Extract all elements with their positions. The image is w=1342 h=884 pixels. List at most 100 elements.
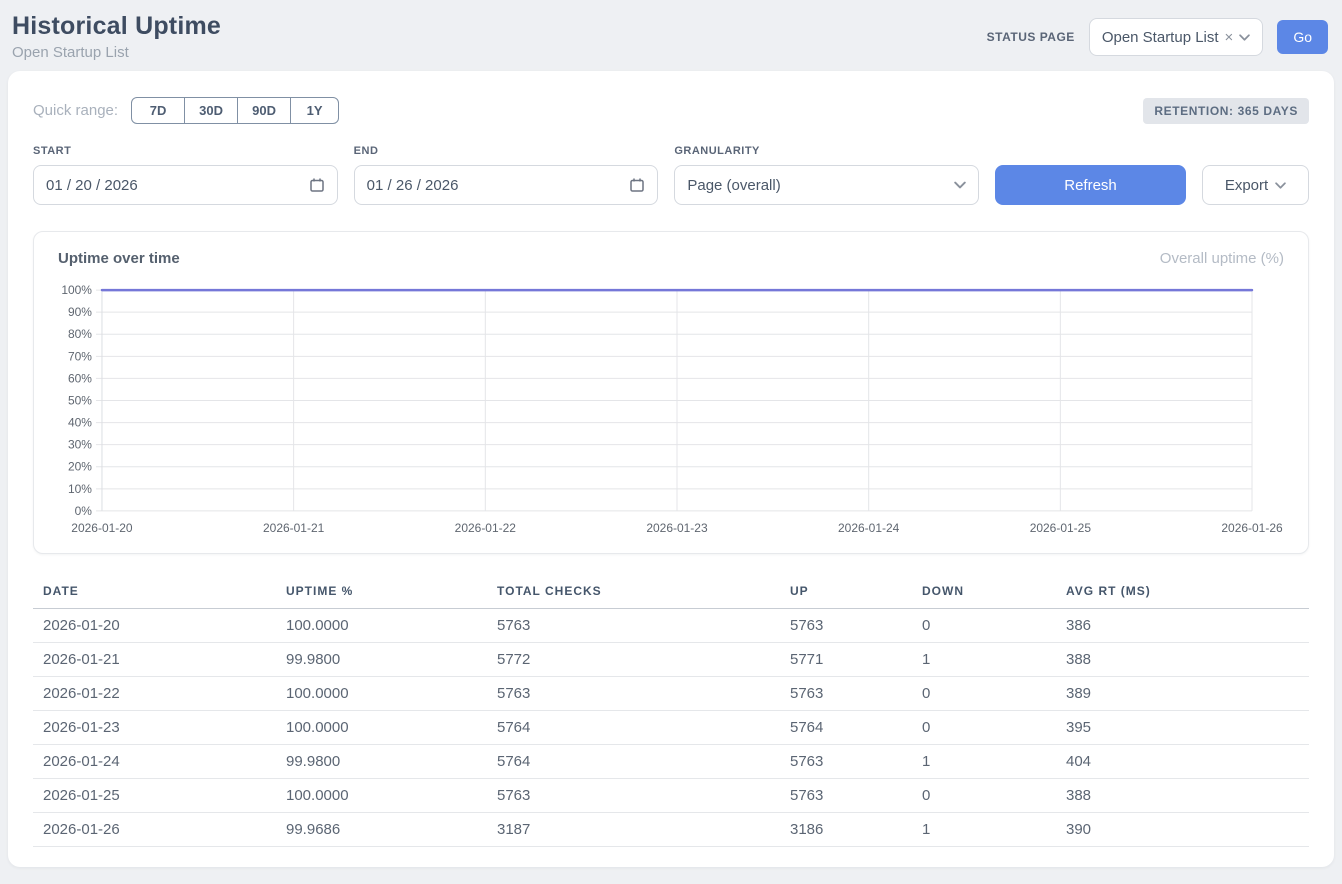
start-date-value: 01 / 20 / 2026 — [46, 177, 138, 194]
table-cell: 2026-01-22 — [33, 677, 276, 711]
table-cell: 388 — [1056, 643, 1309, 677]
retention-badge: RETENTION: 365 DAYS — [1143, 98, 1309, 124]
end-date-input[interactable]: 01 / 26 / 2026 — [354, 165, 659, 205]
table-cell: 99.9686 — [276, 813, 487, 847]
table-cell: 388 — [1056, 779, 1309, 813]
table-cell: 100.0000 — [276, 609, 487, 643]
svg-text:50%: 50% — [68, 394, 92, 408]
page-header: Historical Uptime Open Startup List STAT… — [0, 0, 1342, 71]
table-column-header: UP — [780, 578, 912, 609]
table-cell: 100.0000 — [276, 779, 487, 813]
start-date-input[interactable]: 01 / 20 / 2026 — [33, 165, 338, 205]
table-cell: 5763 — [487, 609, 780, 643]
svg-text:2026-01-26: 2026-01-26 — [1221, 521, 1283, 535]
table-cell: 5763 — [780, 677, 912, 711]
svg-text:2026-01-23: 2026-01-23 — [646, 521, 708, 535]
table-cell: 2026-01-24 — [33, 745, 276, 779]
table-cell: 395 — [1056, 711, 1309, 745]
table-cell: 99.9800 — [276, 745, 487, 779]
svg-text:80%: 80% — [68, 327, 92, 341]
calendar-icon[interactable] — [309, 177, 325, 193]
svg-text:2026-01-24: 2026-01-24 — [838, 521, 900, 535]
table-cell: 2026-01-21 — [33, 643, 276, 677]
granularity-select[interactable]: Page (overall) — [674, 165, 979, 205]
table-row: 2026-01-2699.9686318731861390 — [33, 813, 1309, 847]
status-page-select[interactable]: Open Startup List × — [1089, 18, 1264, 56]
table-cell: 5763 — [487, 779, 780, 813]
table-cell: 2026-01-20 — [33, 609, 276, 643]
table-cell: 2026-01-25 — [33, 779, 276, 813]
table-cell: 386 — [1056, 609, 1309, 643]
quick-range-row: Quick range: 7D 30D 90D 1Y RETENTION: 36… — [33, 97, 1309, 124]
svg-text:60%: 60% — [68, 371, 92, 385]
chart-card: Uptime over time Overall uptime (%) 0%10… — [33, 231, 1309, 554]
table-cell: 3187 — [487, 813, 780, 847]
clear-selection-icon[interactable]: × — [1225, 30, 1234, 45]
filter-form-row: START 01 / 20 / 2026 END 01 / 26 / 2026 — [33, 145, 1309, 205]
table-cell: 5764 — [780, 711, 912, 745]
export-button[interactable]: Export — [1202, 165, 1309, 205]
table-column-header: TOTAL CHECKS — [487, 578, 780, 609]
chart-header: Uptime over time Overall uptime (%) — [58, 250, 1284, 267]
table-cell: 5763 — [780, 779, 912, 813]
header-controls: STATUS PAGE Open Startup List × Go — [987, 18, 1328, 56]
table-cell: 5772 — [487, 643, 780, 677]
status-page-label: STATUS PAGE — [987, 30, 1075, 44]
table-body: 2026-01-20100.00005763576303862026-01-21… — [33, 609, 1309, 847]
table-header: DATEUPTIME %TOTAL CHECKSUPDOWNAVG RT (MS… — [33, 578, 1309, 609]
go-button[interactable]: Go — [1277, 20, 1328, 54]
chart-title: Uptime over time — [58, 250, 180, 267]
svg-text:100%: 100% — [61, 283, 92, 297]
svg-text:2026-01-25: 2026-01-25 — [1030, 521, 1092, 535]
quick-range-wrap: Quick range: 7D 30D 90D 1Y — [33, 97, 339, 124]
table-column-header: DATE — [33, 578, 276, 609]
chevron-down-icon — [954, 181, 966, 189]
status-page-selected-value: Open Startup List — [1102, 29, 1219, 46]
uptime-chart: 0%10%20%30%40%50%60%70%80%90%100%2026-01… — [58, 283, 1284, 539]
end-date-label: END — [354, 145, 659, 157]
table-column-header: DOWN — [912, 578, 1056, 609]
granularity-label: GRANULARITY — [674, 145, 979, 157]
table-column-header: AVG RT (MS) — [1056, 578, 1309, 609]
calendar-icon[interactable] — [629, 177, 645, 193]
svg-text:40%: 40% — [68, 416, 92, 430]
svg-text:2026-01-20: 2026-01-20 — [71, 521, 133, 535]
quick-range-1y-button[interactable]: 1Y — [290, 97, 339, 124]
table-cell: 2026-01-23 — [33, 711, 276, 745]
table-cell: 390 — [1056, 813, 1309, 847]
page-subtitle: Open Startup List — [12, 44, 221, 61]
chevron-down-icon — [1275, 182, 1286, 189]
table-cell: 404 — [1056, 745, 1309, 779]
title-block: Historical Uptime Open Startup List — [12, 12, 221, 61]
table-cell: 1 — [912, 643, 1056, 677]
table-cell: 5764 — [487, 745, 780, 779]
quick-range-90d-button[interactable]: 90D — [237, 97, 291, 124]
quick-range-button-group: 7D 30D 90D 1Y — [131, 97, 339, 124]
quick-range-30d-button[interactable]: 30D — [184, 97, 238, 124]
table-row: 2026-01-2499.9800576457631404 — [33, 745, 1309, 779]
svg-text:30%: 30% — [68, 438, 92, 452]
table-cell: 2026-01-26 — [33, 813, 276, 847]
svg-text:90%: 90% — [68, 305, 92, 319]
table-header-row: DATEUPTIME %TOTAL CHECKSUPDOWNAVG RT (MS… — [33, 578, 1309, 609]
svg-text:2026-01-22: 2026-01-22 — [455, 521, 517, 535]
end-date-value: 01 / 26 / 2026 — [367, 177, 459, 194]
table-row: 2026-01-22100.0000576357630389 — [33, 677, 1309, 711]
table-cell: 5764 — [487, 711, 780, 745]
refresh-button[interactable]: Refresh — [995, 165, 1186, 205]
table-cell: 1 — [912, 813, 1056, 847]
export-button-label: Export — [1225, 177, 1268, 194]
table-cell: 0 — [912, 779, 1056, 813]
page-title: Historical Uptime — [12, 12, 221, 41]
table-cell: 0 — [912, 677, 1056, 711]
granularity-field-group: GRANULARITY Page (overall) — [674, 145, 979, 205]
table-row: 2026-01-20100.0000576357630386 — [33, 609, 1309, 643]
table-cell: 1 — [912, 745, 1056, 779]
table-column-header: UPTIME % — [276, 578, 487, 609]
quick-range-label: Quick range: — [33, 102, 118, 119]
uptime-table: DATEUPTIME %TOTAL CHECKSUPDOWNAVG RT (MS… — [33, 578, 1309, 847]
svg-text:10%: 10% — [68, 482, 92, 496]
start-date-label: START — [33, 145, 338, 157]
quick-range-7d-button[interactable]: 7D — [131, 97, 185, 124]
chevron-down-icon — [1239, 34, 1250, 41]
